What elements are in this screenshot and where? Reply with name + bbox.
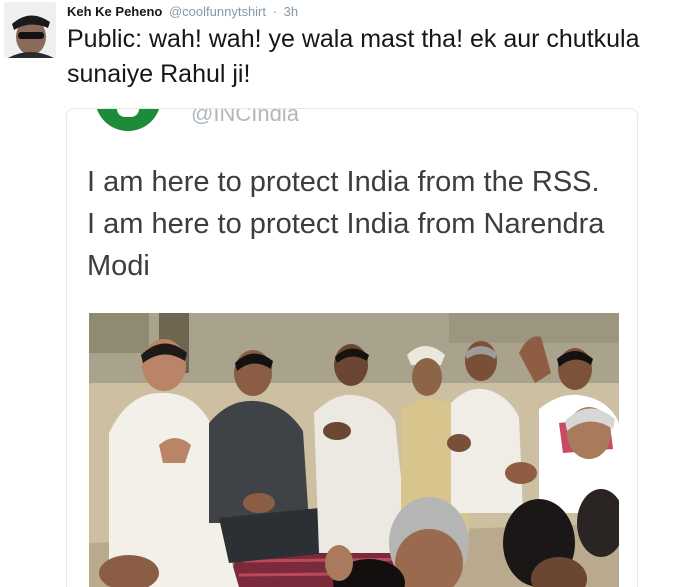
timestamp[interactable]: 3h: [284, 4, 298, 19]
quoted-tweet-card[interactable]: @INCIndia I am here to protect India fro…: [66, 108, 638, 587]
avatar-image: [4, 2, 56, 58]
quoted-tweet-text: I am here to protect India from the RSS.…: [87, 166, 605, 282]
avatar[interactable]: [4, 2, 56, 58]
author-name[interactable]: Keh Ke Peheno: [67, 4, 162, 19]
tweet-header: Keh Ke Peheno @coolfunnytshirt · 3h: [67, 4, 298, 19]
inc-logo-icon: [95, 109, 161, 131]
quoted-tweet-photo[interactable]: [89, 313, 619, 587]
quoted-tweet-handle[interactable]: @INCIndia: [191, 109, 299, 127]
tweet-text: Public: wah! wah! ye wala mast tha! ek a…: [67, 25, 640, 88]
group-photo-image: [89, 313, 619, 587]
tweet[interactable]: Keh Ke Peheno @coolfunnytshirt · 3h Publ…: [0, 0, 680, 587]
separator-dot: ·: [272, 4, 277, 19]
hand-symbol-icon: [117, 109, 139, 117]
author-handle[interactable]: @coolfunnytshirt: [169, 4, 266, 19]
